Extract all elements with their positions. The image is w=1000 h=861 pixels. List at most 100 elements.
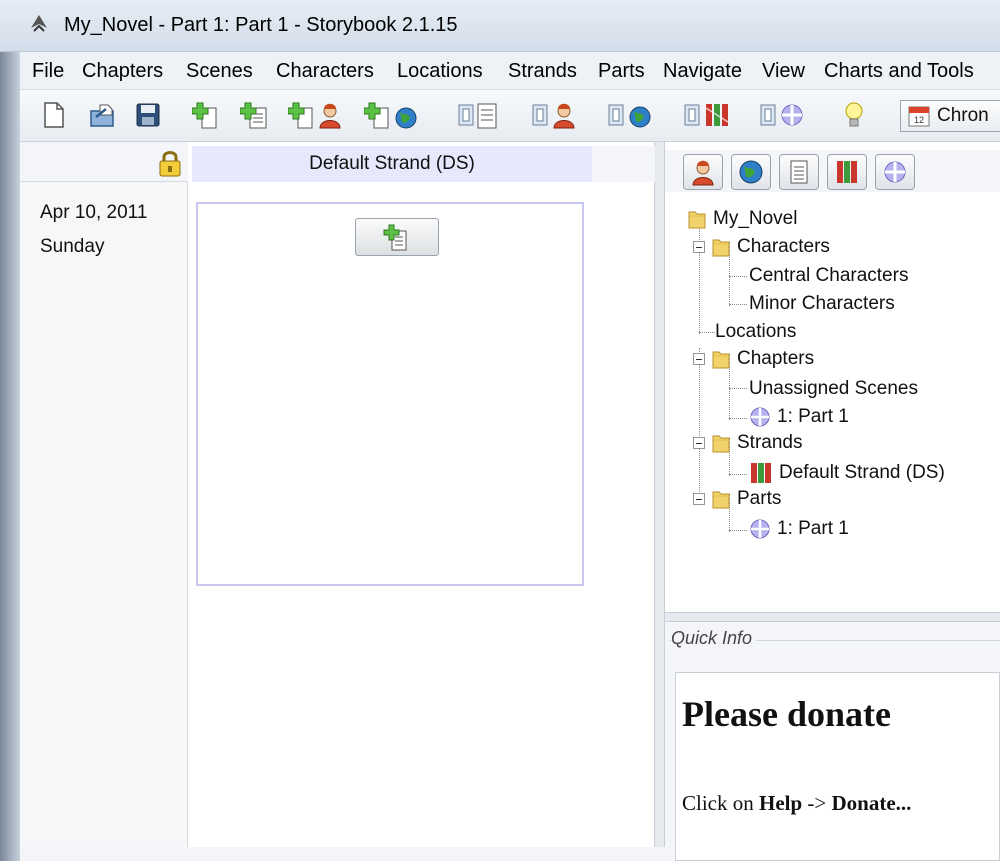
- show-locations-button[interactable]: [731, 154, 771, 190]
- tree-node-parts[interactable]: Parts: [693, 486, 781, 512]
- manage-parts-icon: [760, 104, 803, 126]
- lock-area: [20, 142, 188, 182]
- donate-instructions: Click on Help -> Donate...: [682, 791, 911, 816]
- calendar-icon: 12: [908, 106, 930, 127]
- tree-label-central-characters: Central Characters: [749, 265, 909, 286]
- menu-locations[interactable]: Locations: [397, 60, 483, 83]
- manage-locations-icon: [608, 104, 651, 128]
- manage-chapters-icon: [458, 103, 497, 129]
- tree-connector: [729, 474, 747, 475]
- folder-icon: [712, 435, 730, 453]
- chrono-label: Chron: [937, 105, 989, 126]
- tree-connector: [729, 530, 747, 531]
- tree-connector: [729, 388, 747, 389]
- open-file-icon: [90, 104, 114, 127]
- new-scene-icon: [383, 224, 407, 251]
- new-location-button[interactable]: [364, 98, 420, 132]
- menu-view[interactable]: View: [762, 60, 805, 83]
- tree-node-minor-characters[interactable]: Minor Characters: [749, 291, 895, 317]
- show-characters-button[interactable]: [683, 154, 723, 190]
- header-filler: [592, 146, 655, 182]
- quick-info-content: Please donate Click on Help -> Donate...: [675, 672, 1000, 861]
- quick-info-panel: Quick Info Please donate Click on Help -…: [665, 622, 1000, 861]
- chrono-view-button[interactable]: 12 Chron: [900, 100, 1000, 132]
- work-area: Default Strand (DS) Apr 10, 2011 Sunday: [20, 142, 1000, 861]
- idea-button[interactable]: [842, 98, 866, 132]
- globe-icon: [739, 160, 763, 184]
- open-file-button[interactable]: [88, 98, 118, 132]
- tree-label-locations: Locations: [715, 321, 797, 342]
- new-scene-button[interactable]: [240, 98, 270, 132]
- collapse-toggle[interactable]: [693, 437, 705, 449]
- tree-label-characters: Characters: [737, 236, 830, 257]
- menu-navigate[interactable]: Navigate: [663, 60, 742, 83]
- tree-node-characters[interactable]: Characters: [693, 234, 830, 260]
- tree-node-locations[interactable]: Locations: [715, 319, 796, 345]
- tree-label-parts: Parts: [737, 488, 782, 509]
- document-icon: [790, 160, 808, 184]
- tree-node-chapter-1[interactable]: 1: Part 1: [749, 404, 849, 430]
- collapse-toggle[interactable]: [693, 493, 705, 505]
- manage-locations-button[interactable]: [606, 98, 658, 132]
- show-strands-button[interactable]: [827, 154, 867, 190]
- instruction-arrow: ->: [802, 791, 832, 815]
- menu-charts-and-tools[interactable]: Charts and Tools: [824, 60, 974, 83]
- tree-label-minor-characters: Minor Characters: [749, 293, 895, 314]
- manage-characters-button[interactable]: [530, 98, 582, 132]
- chrono-panel: Default Strand (DS) Apr 10, 2011 Sunday: [20, 142, 655, 847]
- new-file-button[interactable]: [42, 98, 66, 132]
- menu-chapters[interactable]: Chapters: [82, 60, 163, 83]
- new-file-icon: [44, 102, 64, 128]
- project-tree: My_Novel Characters Central Characters M…: [665, 198, 1000, 612]
- tree-node-chapters[interactable]: Chapters: [693, 346, 814, 372]
- manage-strands-button[interactable]: [682, 98, 734, 132]
- main-toolbar: 12 Chron: [20, 90, 1000, 142]
- collapse-toggle[interactable]: [693, 353, 705, 365]
- tree-node-part-1[interactable]: 1: Part 1: [749, 516, 849, 542]
- lock-icon[interactable]: [156, 148, 184, 178]
- manage-chapters-button[interactable]: [456, 98, 506, 132]
- add-scene-button[interactable]: [355, 218, 439, 256]
- tree-label-unassigned-scenes: Unassigned Scenes: [749, 378, 918, 399]
- manage-parts-button[interactable]: [758, 98, 810, 132]
- folder-icon: [712, 491, 730, 509]
- strand-header: Default Strand (DS): [192, 146, 592, 182]
- scene-cell[interactable]: [196, 202, 584, 586]
- show-parts-button[interactable]: [875, 154, 915, 190]
- menu-file[interactable]: File: [32, 60, 64, 83]
- tree-toolbar: [665, 150, 1000, 192]
- tree-node-unassigned-scenes[interactable]: Unassigned Scenes: [749, 376, 918, 402]
- menu-strands[interactable]: Strands: [508, 60, 577, 83]
- tree-node-central-characters[interactable]: Central Characters: [749, 263, 908, 289]
- tree-connector: [729, 276, 747, 277]
- menu-scenes[interactable]: Scenes: [186, 60, 253, 83]
- window-frame: [0, 52, 20, 861]
- character-icon: [692, 160, 714, 186]
- date-column: Apr 10, 2011 Sunday: [20, 182, 188, 847]
- new-chapter-icon: [192, 102, 217, 129]
- tree-label-chapter-1: 1: Part 1: [777, 406, 849, 427]
- menu-characters[interactable]: Characters: [276, 60, 374, 83]
- folder-icon: [688, 211, 706, 229]
- tree-connector: [729, 304, 747, 305]
- save-icon: [136, 103, 160, 127]
- part-icon: [750, 519, 770, 539]
- tree-node-strands[interactable]: Strands: [693, 430, 802, 456]
- new-chapter-button[interactable]: [192, 98, 222, 132]
- menu-parts[interactable]: Parts: [598, 60, 645, 83]
- tree-node-root[interactable]: My_Novel: [687, 206, 797, 232]
- menu-bar: File Chapters Scenes Characters Location…: [20, 52, 1000, 90]
- manage-strands-icon: [684, 104, 729, 126]
- tree-label-default-strand: Default Strand (DS): [779, 462, 945, 483]
- save-button[interactable]: [134, 98, 162, 132]
- lightbulb-icon: [845, 102, 863, 127]
- horizontal-splitter[interactable]: [665, 612, 1000, 622]
- collapse-toggle[interactable]: [693, 241, 705, 253]
- new-character-button[interactable]: [288, 98, 344, 132]
- vertical-splitter[interactable]: [655, 142, 665, 847]
- tree-label-chapters: Chapters: [737, 348, 815, 369]
- strand-icon: [751, 463, 771, 483]
- tree-node-default-strand[interactable]: Default Strand (DS): [749, 460, 945, 486]
- show-chapters-button[interactable]: [779, 154, 819, 190]
- date-label: Apr 10, 2011: [40, 202, 148, 223]
